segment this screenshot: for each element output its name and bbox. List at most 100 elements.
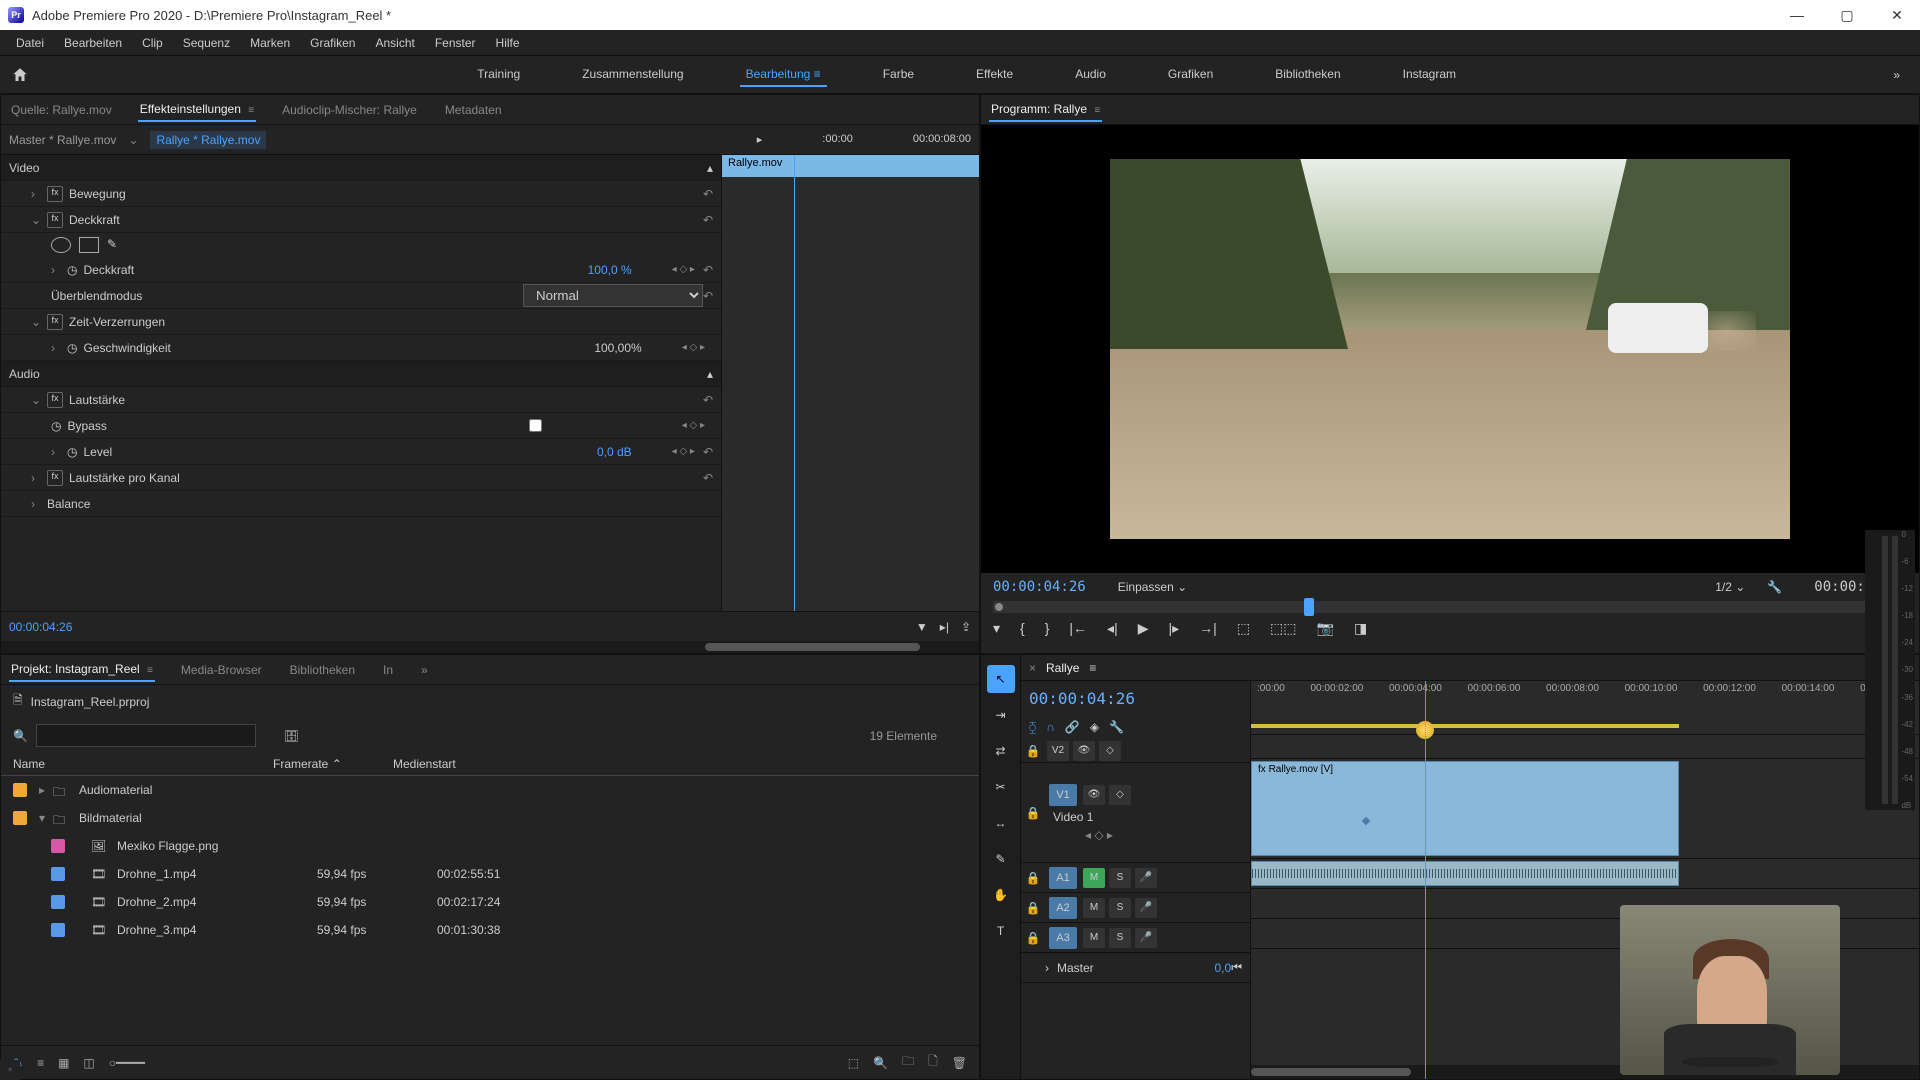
extract-button[interactable]: ⬚⬚ (1270, 620, 1296, 637)
icon-view-icon[interactable]: ▦ (58, 1056, 69, 1070)
stopwatch-icon[interactable]: ◷ (67, 341, 77, 355)
stopwatch-icon[interactable]: ◷ (67, 445, 77, 459)
a2-voice[interactable]: 🎤 (1135, 898, 1157, 918)
menu-fenster[interactable]: Fenster (425, 32, 486, 54)
zoom-select[interactable]: Einpassen ⌄ (1118, 580, 1187, 594)
menu-grafiken[interactable]: Grafiken (300, 32, 365, 54)
expand-icon[interactable]: › (31, 187, 47, 201)
fx-icon[interactable]: fx (47, 392, 63, 408)
selection-tool[interactable]: ↖ (987, 665, 1015, 693)
list-item[interactable]: 🎞 Drohne_2.mp4 59,94 fps 00:02:17:24 (1, 888, 979, 916)
master-value[interactable]: 0,0 (1215, 961, 1232, 975)
menu-clip[interactable]: Clip (132, 32, 173, 54)
keyframe-nav[interactable]: ◂ ◇ ▸ (672, 264, 695, 275)
find-icon[interactable]: 🔍 (873, 1056, 888, 1070)
expand-icon[interactable]: ⌄ (31, 213, 47, 227)
timeline-ruler[interactable]: :00:0000:00:02:0000:00:04:0000:00:06:000… (1251, 681, 1919, 735)
ec-menu-icon[interactable]: ≡ (248, 105, 254, 116)
a2-solo[interactable]: S (1109, 898, 1131, 918)
master-toggle[interactable]: ⏮ (1231, 960, 1242, 975)
stopwatch-icon[interactable]: ◷ (67, 263, 77, 277)
chevron-down-icon[interactable]: ⌄ (128, 133, 138, 147)
col-medienstart[interactable]: Medienstart (393, 757, 533, 771)
export-icon[interactable]: ⇪ (961, 620, 971, 634)
track-v1-header[interactable]: 🔒 V1 👁 ◇ Video 1 ◂ ◇ ▸ (1021, 763, 1250, 863)
trash-icon[interactable]: 🗑 (952, 1056, 967, 1070)
ec-fx-lautstaerke[interactable]: ⌄ fx Lautstärke ↶ (1, 387, 721, 413)
prop-value[interactable]: 0,0 dB (597, 445, 632, 459)
tab-bibliotheken[interactable]: Bibliotheken (288, 659, 357, 681)
a1-solo[interactable]: S (1109, 868, 1131, 888)
timeline-timecode[interactable]: 00:00:04:26 (1021, 681, 1250, 716)
expand-icon[interactable]: ▾ (39, 811, 53, 825)
color-label[interactable] (51, 867, 65, 881)
workspace-overflow-button[interactable]: » (1893, 68, 1900, 82)
expand-icon[interactable]: ⌄ (31, 315, 47, 329)
snap-icon[interactable]: ⧲ (1029, 720, 1036, 735)
ws-instagram[interactable]: Instagram (1397, 63, 1462, 87)
play-button[interactable]: ▶ (1138, 620, 1149, 637)
lock-icon[interactable]: 🔒 (1021, 931, 1045, 945)
minimize-button[interactable]: — (1782, 7, 1812, 24)
mask-pen-button[interactable]: ✎ (107, 237, 117, 253)
keyframe-nav[interactable]: ◂ ◇ ▸ (682, 420, 705, 431)
timeline-menu-icon[interactable]: ≡ (1089, 661, 1096, 675)
tab-in[interactable]: In (381, 659, 395, 681)
lock-icon[interactable]: 🔒 (1021, 744, 1045, 758)
v1-toggle-output[interactable]: 👁 (1083, 785, 1105, 805)
reset-icon[interactable]: ↶ (703, 263, 713, 277)
zoom-slider[interactable]: ○━━━━ (109, 1056, 145, 1070)
menu-hilfe[interactable]: Hilfe (486, 32, 530, 54)
fx-icon[interactable]: fx (47, 186, 63, 202)
lock-icon[interactable]: 🔒 (1021, 901, 1045, 915)
settings-icon[interactable]: 🔧 (1767, 580, 1782, 594)
v1-sync-lock[interactable]: ◇ (1109, 785, 1131, 805)
reset-icon[interactable]: ↶ (703, 213, 713, 227)
list-view-icon[interactable]: ≡ (37, 1056, 44, 1070)
ws-zusammenstellung[interactable]: Zusammenstellung (576, 63, 689, 87)
marker-icon[interactable]: ◈ (1090, 720, 1099, 735)
go-to-out-button[interactable]: →| (1199, 620, 1217, 636)
ws-audio[interactable]: Audio (1069, 63, 1112, 87)
expand-icon[interactable]: ⌄ (31, 393, 47, 407)
a3-mute[interactable]: M (1083, 928, 1105, 948)
ripple-tool[interactable]: ⇄ (987, 737, 1015, 765)
track-select-tool[interactable]: ⇥ (987, 701, 1015, 729)
wrench-icon[interactable]: 🔧 (1109, 720, 1124, 735)
program-viewport[interactable] (981, 125, 1919, 573)
reset-icon[interactable]: ↶ (703, 471, 713, 485)
zoom-thumb[interactable] (1251, 1068, 1411, 1076)
color-label[interactable] (13, 783, 27, 797)
collapse-icon[interactable]: ▴ (707, 367, 713, 381)
keyframe-nav[interactable]: ◂ ◇ ▸ (672, 446, 695, 457)
export-frame-button[interactable]: 📷 (1317, 620, 1334, 637)
ec-fx-zeit[interactable]: ⌄ fx Zeit-Verzerrungen (1, 309, 721, 335)
track-a1-header[interactable]: 🔒 A1 M S 🎤 (1021, 863, 1250, 893)
prop-value[interactable]: 100,0 % (588, 263, 632, 277)
close-sequence-icon[interactable]: × (1029, 661, 1036, 675)
scrollbar-thumb[interactable] (705, 643, 920, 651)
menu-datei[interactable]: Datei (6, 32, 54, 54)
mask-ellipse-button[interactable] (51, 237, 71, 253)
list-item[interactable]: 🖼 Mexiko Flagge.png (1, 832, 979, 860)
expand-icon[interactable]: › (31, 497, 47, 511)
ec-fx-deckkraft[interactable]: ⌄ fx Deckkraft ↶ (1, 207, 721, 233)
magnet-icon[interactable]: ∩ (1046, 720, 1055, 735)
prop-value[interactable]: 100,00% (594, 341, 641, 355)
col-name[interactable]: Name (13, 757, 273, 771)
color-label[interactable] (13, 811, 27, 825)
play-only-icon[interactable]: ▸| (940, 620, 949, 634)
a1-tag[interactable]: A1 (1049, 867, 1077, 889)
new-bin-icon[interactable]: 🗀 (902, 1052, 914, 1073)
a2-tag[interactable]: A2 (1049, 897, 1077, 919)
new-item-icon[interactable]: 🗋 (928, 1052, 938, 1073)
slip-tool[interactable]: ↔ (987, 809, 1015, 837)
tab-quelle[interactable]: Quelle: Rallye.mov (9, 99, 114, 121)
menu-marken[interactable]: Marken (240, 32, 300, 54)
expand-icon[interactable]: › (51, 341, 67, 355)
clip-audio[interactable] (1251, 861, 1679, 886)
comparison-button[interactable]: ◨ (1354, 620, 1367, 637)
fx-icon[interactable]: fx (47, 314, 63, 330)
menu-bearbeiten[interactable]: Bearbeiten (54, 32, 132, 54)
track-v2[interactable] (1251, 735, 1919, 759)
